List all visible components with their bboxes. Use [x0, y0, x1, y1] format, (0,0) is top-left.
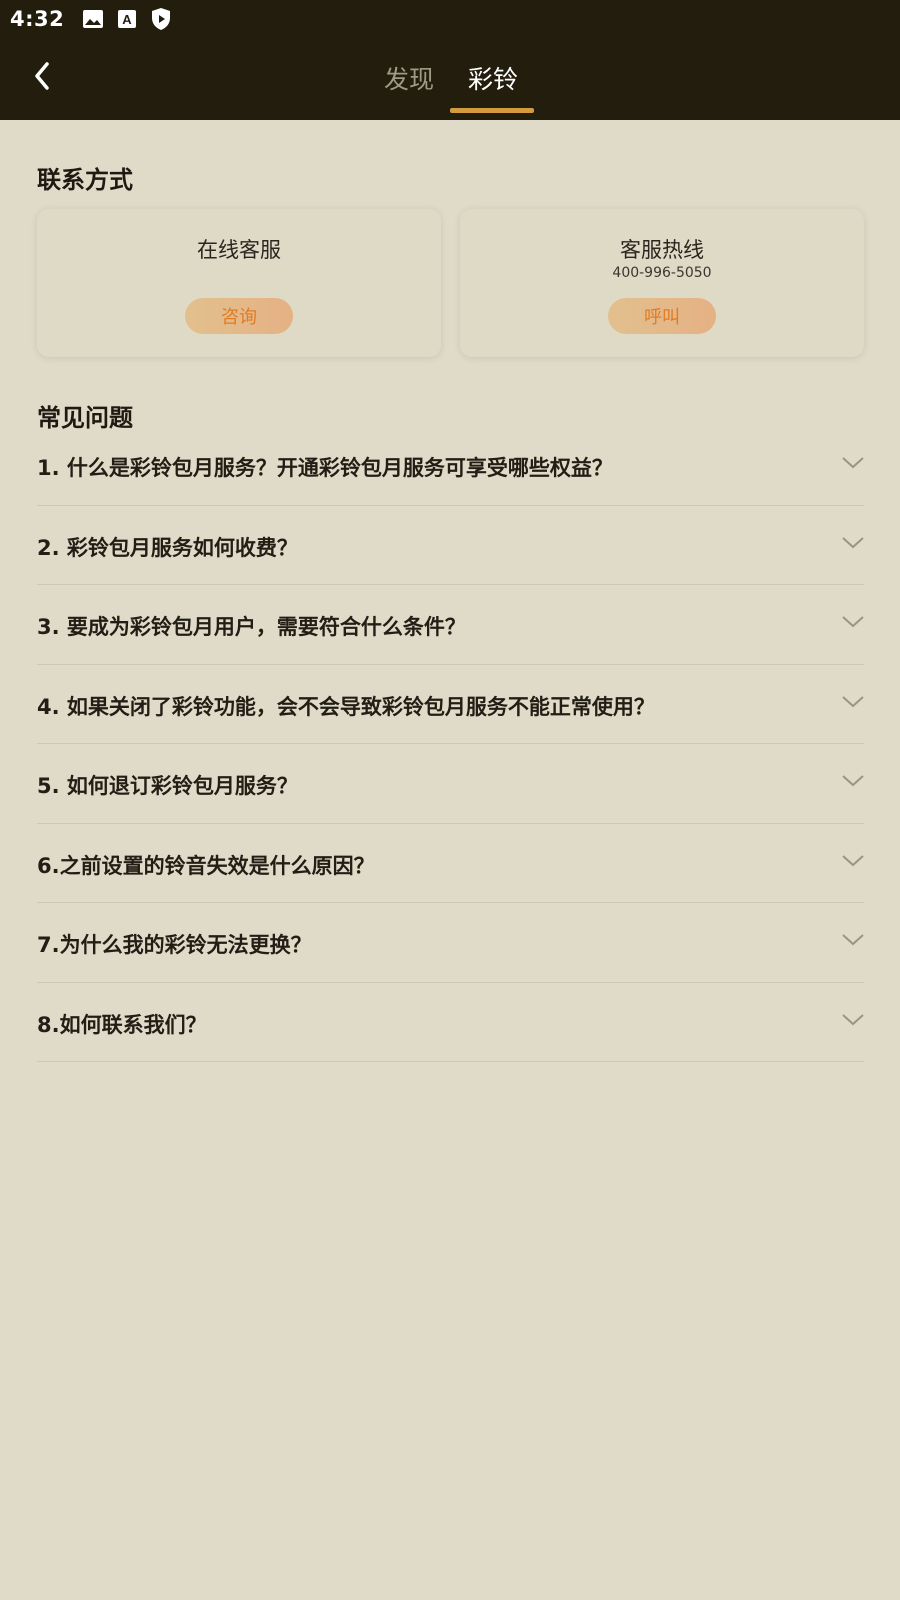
card-title: 在线客服 [197, 238, 281, 262]
faq-question: 7.为什么我的彩铃无法更换？ [37, 933, 312, 957]
chevron-down-icon [842, 536, 864, 548]
chevron-down-icon [842, 457, 864, 469]
hotline-card: 客服热线 400-996-5050 呼叫 [460, 209, 864, 357]
faq-question: 6.之前设置的铃音失效是什么原因？ [37, 853, 375, 878]
chevron-down-icon [842, 616, 864, 628]
top-nav-bar: 发现 彩铃 [0, 38, 900, 120]
card-title: 客服热线 [620, 238, 704, 262]
faq-item[interactable]: 7.为什么我的彩铃无法更换？ [37, 903, 864, 983]
chevron-down-icon [842, 695, 864, 707]
tab-ringtone[interactable]: 彩铃 [468, 60, 518, 96]
faq-item[interactable]: 8.如何联系我们？ [37, 983, 864, 1062]
chevron-down-icon [842, 1013, 864, 1025]
font-icon: A [116, 8, 138, 30]
status-time: 4:32 [10, 7, 65, 31]
faq-question: 1. 什么是彩铃包月服务？开通彩铃包月服务可享受哪些权益？ [37, 456, 613, 480]
image-icon [82, 8, 104, 30]
faq-item[interactable]: 1. 什么是彩铃包月服务？开通彩铃包月服务可享受哪些权益？ [37, 426, 864, 506]
faq-question: 2. 彩铃包月服务如何收费？ [37, 535, 298, 560]
faq-item[interactable]: 5. 如何退订彩铃包月服务？ [37, 744, 864, 824]
back-button[interactable] [24, 58, 60, 94]
chevron-left-icon [35, 62, 49, 90]
hotline-number: 400-996-5050 [612, 265, 712, 281]
faq-question: 5. 如何退订彩铃包月服务？ [37, 774, 298, 798]
shield-play-icon [150, 8, 172, 30]
faq-question: 8.如何联系我们？ [37, 1012, 207, 1037]
faq-item[interactable]: 2. 彩铃包月服务如何收费？ [37, 506, 864, 585]
faq-item[interactable]: 6.之前设置的铃音失效是什么原因？ [37, 824, 864, 903]
call-button[interactable]: 呼叫 [608, 298, 716, 334]
active-tab-indicator [450, 108, 534, 113]
chevron-down-icon [842, 934, 864, 946]
faq-item[interactable]: 3. 要成为彩铃包月用户，需要符合什么条件？ [37, 585, 864, 665]
chevron-down-icon [842, 854, 864, 866]
faq-list: 1. 什么是彩铃包月服务？开通彩铃包月服务可享受哪些权益？ 2. 彩铃包月服务如… [37, 426, 864, 1062]
chevron-down-icon [842, 775, 864, 787]
tab-discover[interactable]: 发现 [384, 60, 434, 96]
status-bar: 4:32 A [0, 0, 900, 38]
faq-question: 4. 如果关闭了彩铃功能，会不会导致彩铃包月服务不能正常使用？ [37, 694, 655, 719]
contact-section-title: 联系方式 [37, 166, 133, 194]
faq-item[interactable]: 4. 如果关闭了彩铃功能，会不会导致彩铃包月服务不能正常使用？ [37, 665, 864, 744]
consult-button[interactable]: 咨询 [185, 298, 293, 334]
svg-text:A: A [123, 12, 133, 27]
faq-question: 3. 要成为彩铃包月用户，需要符合什么条件？ [37, 615, 466, 639]
online-service-card: 在线客服 咨询 [37, 209, 441, 357]
